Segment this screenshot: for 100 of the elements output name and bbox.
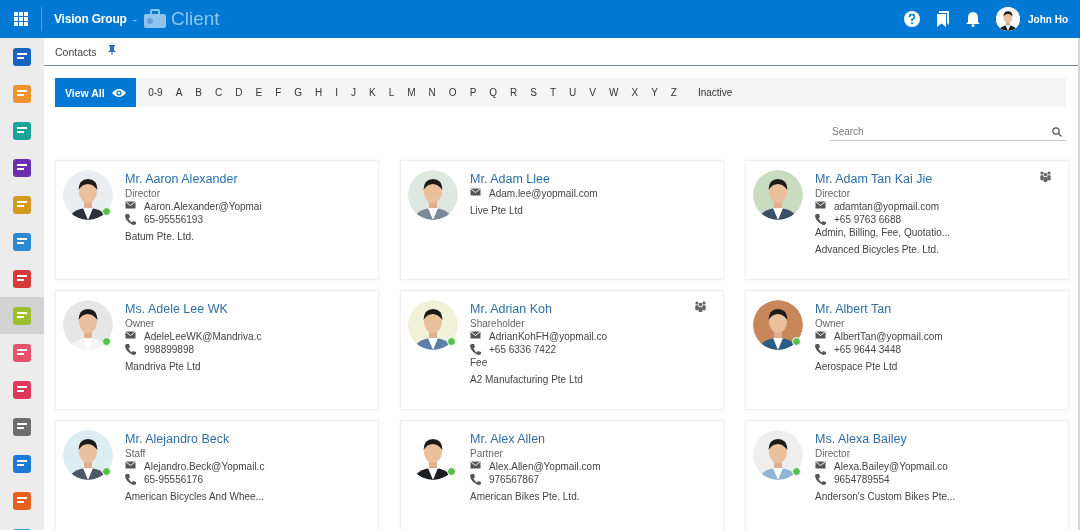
filter-link[interactable]: H: [308, 78, 329, 107]
app-tile-icon: [13, 380, 31, 399]
company-name: American Bicycles And Whee...: [125, 490, 265, 503]
filter-link[interactable]: R: [503, 78, 524, 107]
app-tile-icon: [13, 121, 31, 140]
filter-link[interactable]: Q: [482, 78, 504, 107]
mail-icon: [470, 461, 481, 472]
filter-link[interactable]: P: [463, 78, 483, 107]
contact-card[interactable]: Mr. Adam Llee Adam.lee@yopmail.com Live Pte Ltd: [400, 160, 724, 280]
phone-icon: [815, 474, 826, 485]
contact-card[interactable]: Ms. Alexa Bailey Director Alexa.Bailey@Yopmail.co 9654789554 Anderson's Custom Bikes Pte...: [745, 420, 1069, 530]
company-name: Anderson's Custom Bikes Pte...: [815, 490, 957, 503]
contact-phone: 65-95556193: [144, 213, 203, 226]
briefcase-icon: [143, 9, 168, 29]
filter-link[interactable]: G: [287, 78, 309, 107]
help-icon[interactable]: [904, 11, 920, 27]
filter-link[interactable]: L: [382, 78, 401, 107]
contact-card[interactable]: Ms. Adele Lee WK Owner AdeleLeeWK@Mandriva.c 998899898 Mandriva Pte Ltd: [55, 290, 379, 410]
filter-link[interactable]: 0-9: [141, 78, 170, 107]
app-tile-icon: [13, 47, 31, 66]
bookmark-icon[interactable]: [936, 11, 950, 27]
contact-email: AdrianKohFH@yopmail.co: [489, 330, 607, 343]
user-name[interactable]: John Ho: [1028, 13, 1068, 25]
contact-role: Shareholder: [470, 317, 526, 330]
contact-email: AlbertTan@yopmail.com: [834, 330, 943, 343]
filter-link[interactable]: T: [543, 78, 563, 107]
filter-link[interactable]: N: [422, 78, 443, 107]
mail-icon: [815, 201, 826, 212]
contact-email: adamtan@yopmail.com: [834, 200, 940, 213]
contact-card[interactable]: Mr. Adrian Koh Shareholder AdrianKohFH@yopmail.co +65 6336 7422 Fee A2 Manufacturing Pte Ltd: [400, 290, 724, 410]
app-tile-icon: [13, 491, 31, 510]
contact-card[interactable]: Mr. Alejandro Beck Staff Alejandro.Beck@Yopmail.c 65-95556176 American Bicycles And Whee...: [55, 420, 379, 530]
filter-link[interactable]: E: [248, 78, 269, 107]
filter-link[interactable]: K: [362, 78, 383, 107]
notification-bell-icon[interactable]: [966, 11, 980, 27]
contact-name[interactable]: Mr. Adam Tan Kai Jie: [815, 171, 1060, 187]
search-field[interactable]: Search: [830, 126, 1052, 137]
filter-link[interactable]: Z: [664, 78, 684, 107]
contact-card[interactable]: Mr. Albert Tan Owner AlbertTan@yopmail.com +65 9644 3448 Aerospace Pte Ltd: [745, 290, 1069, 410]
contact-name[interactable]: Mr. Alejandro Beck: [125, 431, 370, 447]
contact-name[interactable]: Ms. Adele Lee WK: [125, 301, 370, 317]
contact-card[interactable]: Mr. Aaron Alexander Director Aaron.Alexander@Yopmai 65-95556193 Batum Pte. Ltd.: [55, 160, 379, 280]
filter-link[interactable]: U: [562, 78, 583, 107]
contact-card[interactable]: Mr. Adam Tan Kai Jie Director adamtan@yopmail.com +65 9763 6688 Admin, Billing, Fee, Quotatio... Advanced Bicycles Pte. Ltd.: [745, 160, 1069, 280]
filter-link[interactable]: B: [188, 78, 209, 107]
brand-name: Vision Group: [54, 12, 127, 26]
app-tile-icon: [13, 454, 31, 473]
filter-link[interactable]: A: [169, 78, 189, 107]
filter-link[interactable]: S: [523, 78, 544, 107]
filter-link[interactable]: V: [582, 78, 603, 107]
contact-phone: 998899898: [144, 343, 195, 356]
phone-icon: [470, 474, 481, 485]
filter-link[interactable]: M: [400, 78, 423, 107]
contact-name[interactable]: Mr. Alex Allen: [470, 431, 715, 447]
phone-icon: [815, 344, 826, 355]
app-tile-icon: [13, 306, 31, 325]
contact-email: Adam.lee@yopmail.com: [489, 187, 598, 200]
pin-icon[interactable]: [108, 44, 117, 55]
filter-link[interactable]: J: [344, 78, 363, 107]
title-separator: -: [132, 11, 138, 27]
phone-icon: [815, 214, 826, 225]
contact-role: Director: [815, 187, 851, 200]
phone-icon: [125, 214, 136, 225]
filter-link[interactable]: Inactive: [691, 78, 739, 107]
app-tile-icon: [13, 158, 31, 177]
contact-email: Alex.Allen@Yopmail.com: [489, 460, 601, 473]
eye-icon: [111, 87, 126, 98]
filter-link[interactable]: Y: [644, 78, 665, 107]
contact-name[interactable]: Mr. Adrian Koh: [470, 301, 715, 317]
mail-icon: [470, 188, 481, 199]
filter-link[interactable]: I: [328, 78, 345, 107]
filter-link[interactable]: X: [624, 78, 645, 107]
contact-tags: Admin, Billing, Fee, Quotatio...: [815, 226, 1060, 239]
view-all-button[interactable]: View All: [55, 78, 136, 107]
filter-link[interactable]: O: [442, 78, 464, 107]
filter-link[interactable]: D: [228, 78, 249, 107]
breadcrumb-label[interactable]: Contacts: [55, 45, 97, 58]
contact-name[interactable]: Mr. Albert Tan: [815, 301, 1060, 317]
contact-email: Alejandro.Beck@Yopmail.c: [144, 460, 265, 473]
module-title: Client: [171, 8, 220, 30]
mail-icon: [470, 331, 481, 342]
contact-role: Owner: [125, 317, 156, 330]
app-launcher-icon[interactable]: [14, 12, 28, 26]
filter-link[interactable]: W: [602, 78, 625, 107]
search-icon[interactable]: [1052, 126, 1062, 137]
contact-phone: 976567867: [489, 473, 540, 486]
contact-name[interactable]: Mr. Adam Llee: [470, 171, 715, 187]
mail-icon: [815, 461, 826, 472]
company-name: Advanced Bicycles Pte. Ltd.: [815, 243, 940, 256]
contact-role: Director: [815, 447, 851, 460]
phone-icon: [470, 344, 481, 355]
filter-link[interactable]: C: [208, 78, 229, 107]
phone-icon: [125, 474, 136, 485]
contact-phone: +65 9763 6688: [834, 213, 901, 226]
contact-name[interactable]: Ms. Alexa Bailey: [815, 431, 1060, 447]
contact-card[interactable]: Mr. Alex Allen Partner Alex.Allen@Yopmail.com 976567867 American Bikes Pte. Ltd.: [400, 420, 724, 530]
filter-link[interactable]: F: [268, 78, 288, 107]
contact-phone: 65-95556176: [144, 473, 203, 486]
contact-name[interactable]: Mr. Aaron Alexander: [125, 171, 370, 187]
contact-phone: +65 6336 7422: [489, 343, 556, 356]
